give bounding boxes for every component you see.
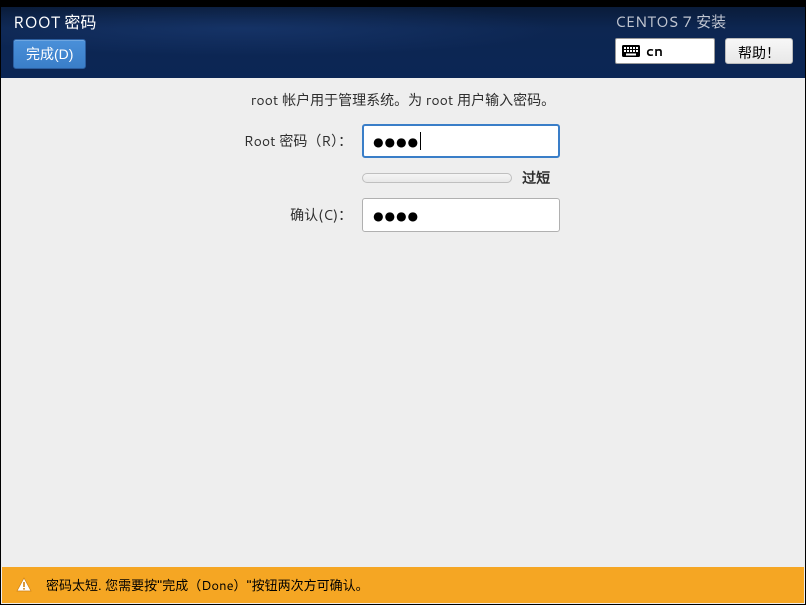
page-title: ROOT 密码 xyxy=(13,9,96,34)
confirm-label: 确认(C)： xyxy=(244,205,362,225)
confirm-masked-value: ●●●● xyxy=(373,207,419,224)
done-button[interactable]: 完成(D) xyxy=(13,39,86,69)
header-bar: ROOT 密码 完成(D) CENTOS 7 安装 xyxy=(1,1,805,78)
warning-icon xyxy=(16,577,32,593)
keyboard-icon xyxy=(622,45,640,57)
description-text: root 帐户用于管理系统。为 root 用户输入密码。 xyxy=(17,90,789,110)
keyboard-layout-label: cn xyxy=(646,41,663,61)
root-password-input[interactable]: ●●●● xyxy=(362,124,560,158)
main-content: root 帐户用于管理系统。为 root 用户输入密码。 Root 密码（R）：… xyxy=(1,78,805,244)
distro-title: CENTOS 7 安装 xyxy=(615,11,793,32)
confirm-password-input[interactable]: ●●●● xyxy=(362,198,560,232)
help-button[interactable]: 帮助！ xyxy=(725,38,793,64)
keyboard-indicator[interactable]: cn xyxy=(615,38,715,64)
warning-bar: 密码太短. 您需要按"完成（Done）"按钮两次方可确认。 xyxy=(2,567,804,603)
text-caret xyxy=(420,132,421,150)
password-strength-bar xyxy=(362,173,512,183)
password-label: Root 密码（R）： xyxy=(244,131,362,151)
warning-message: 密码太短. 您需要按"完成（Done）"按钮两次方可确认。 xyxy=(46,575,369,595)
password-strength-text: 过短 xyxy=(522,168,550,188)
password-masked-value: ●●●● xyxy=(373,133,419,150)
